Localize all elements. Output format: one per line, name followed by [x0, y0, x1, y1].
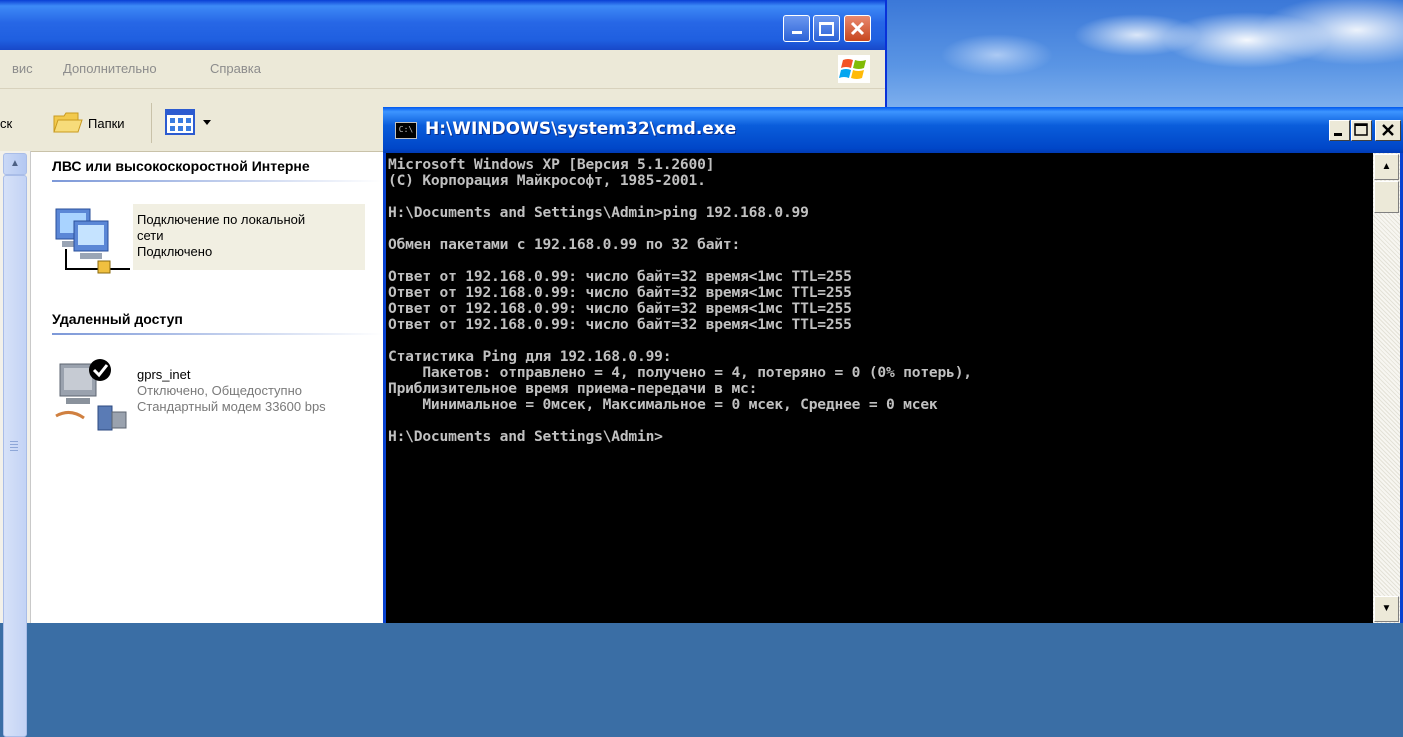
scroll-down-icon[interactable]: ▼ — [1374, 596, 1399, 622]
cmd-close-button[interactable] — [1375, 120, 1401, 141]
scroll-up-icon[interactable]: ▲ — [3, 153, 27, 175]
console-line: H:\Documents and Settings\Admin>ping 192… — [388, 204, 809, 221]
lan-connection-icon[interactable] — [50, 205, 130, 277]
console-line: Ответ от 192.168.0.99: число байт=32 вре… — [388, 316, 852, 333]
group-remote-header: Удаленный доступ — [52, 311, 183, 327]
console-line: Статистика Ping для 192.168.0.99: — [388, 348, 672, 365]
menu-bar: вис Дополнительно Справка — [0, 50, 885, 89]
cmd-window: C:\ H:\WINDOWS\system32\cmd.exe Microsof… — [383, 107, 1403, 623]
cmd-maximize-button[interactable] — [1351, 120, 1372, 141]
folders-icon[interactable] — [52, 108, 84, 136]
close-button[interactable] — [844, 15, 871, 42]
close-icon — [850, 21, 865, 36]
console-line: Ответ от 192.168.0.99: число байт=32 вре… — [388, 300, 852, 317]
windows-logo-icon — [838, 55, 870, 83]
console-line: Microsoft Windows XP [Версия 5.1.2600] — [388, 156, 715, 173]
group-lan-header: ЛВС или высокоскоростной Интерне — [52, 158, 310, 174]
cmd-window-title: H:\WINDOWS\system32\cmd.exe — [425, 119, 737, 139]
lan-status: Подключено — [137, 244, 213, 259]
explorer-title-bar[interactable] — [0, 0, 885, 50]
console-line: Ответ от 192.168.0.99: число байт=32 вре… — [388, 268, 852, 285]
folders-button[interactable]: Папки — [88, 116, 125, 131]
lan-name-line1: Подключение по локальной — [137, 212, 306, 227]
console-line: H:\Documents and Settings\Admin> — [388, 428, 663, 445]
gprs-status: Отключено, Общедоступно — [137, 383, 303, 398]
console-text: Microsoft Windows XP [Версия 5.1.2600] (С… — [386, 153, 1373, 445]
cmd-minimize-button[interactable] — [1329, 120, 1350, 141]
menu-advanced[interactable]: Дополнительно — [63, 61, 157, 76]
close-icon — [1382, 124, 1394, 136]
cmd-scrollbar[interactable]: ▲ ▼ — [1373, 153, 1400, 623]
cmd-scroll-thumb[interactable] — [1374, 181, 1399, 213]
views-dropdown-icon[interactable] — [202, 118, 212, 126]
group-remote-divider — [52, 333, 382, 335]
minimize-icon — [1334, 133, 1342, 136]
toolbar-separator — [151, 103, 152, 143]
menu-service[interactable]: вис — [12, 61, 33, 76]
console-line: Приблизительное время приема-передачи в … — [388, 380, 758, 397]
cmd-console-output[interactable]: Microsoft Windows XP [Версия 5.1.2600] (С… — [386, 153, 1373, 623]
cmd-app-icon[interactable]: C:\ — [395, 122, 417, 139]
maximize-icon — [1354, 123, 1368, 136]
lan-connection-label: Подключение по локальной сети Подключено — [137, 212, 305, 260]
explorer-scrollbar[interactable]: ▲ — [0, 151, 31, 737]
scroll-up-icon[interactable]: ▲ — [1374, 154, 1399, 180]
group-lan-divider — [52, 180, 382, 182]
console-line: (С) Корпорация Майкрософт, 1985-2001. — [388, 172, 706, 189]
minimize-button[interactable] — [783, 15, 810, 42]
gprs-connection-label: gprs_inet Отключено, Общедоступно Станда… — [137, 367, 326, 415]
gprs-connection-icon[interactable] — [50, 358, 134, 432]
views-icon[interactable] — [165, 108, 197, 136]
console-line: Ответ от 192.168.0.99: число байт=32 вре… — [388, 284, 852, 301]
scroll-thumb[interactable] — [3, 175, 27, 737]
maximize-button[interactable] — [813, 15, 840, 42]
menu-help[interactable]: Справка — [210, 61, 261, 76]
gprs-device: Стандартный модем 33600 bps — [137, 399, 326, 414]
gprs-name: gprs_inet — [137, 367, 191, 382]
scroll-grip-icon — [10, 441, 18, 451]
toolbar-search-label[interactable]: ск — [0, 116, 12, 131]
desktop-background — [887, 0, 1403, 110]
cmd-title-bar[interactable]: C:\ H:\WINDOWS\system32\cmd.exe — [383, 107, 1403, 153]
console-line: Минимальное = 0мсек, Максимальное = 0 мс… — [388, 396, 938, 413]
console-line: Пакетов: отправлено = 4, получено = 4, п… — [388, 364, 972, 381]
lan-name-line2: сети — [137, 228, 164, 243]
console-line: Обмен пакетами с 192.168.0.99 по 32 байт… — [388, 236, 741, 253]
